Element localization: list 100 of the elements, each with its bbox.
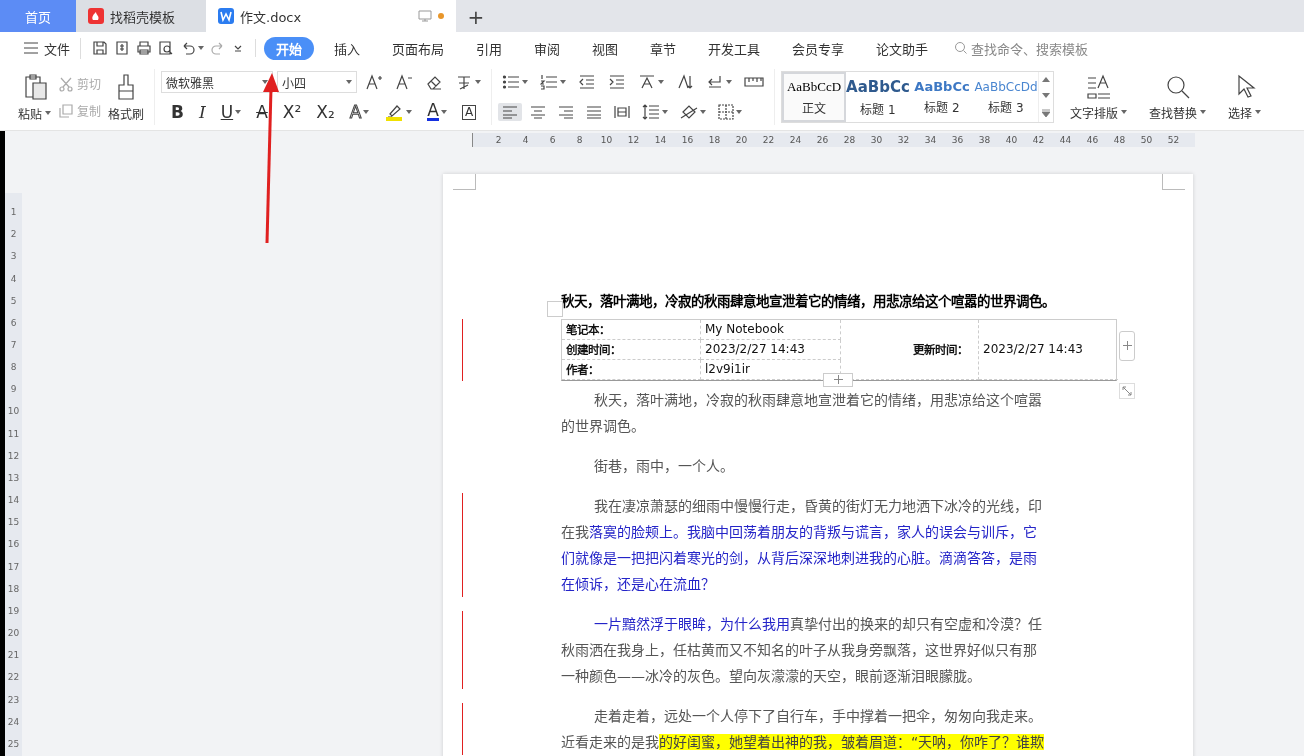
ribbon-tab[interactable]: 开发工具 <box>696 36 772 60</box>
ribbon-tab[interactable]: 引用 <box>464 36 514 60</box>
style-option[interactable]: AaBbCc 标题 2 <box>910 72 974 122</box>
caret-icon <box>560 80 566 84</box>
ribbon-tab[interactable]: 插入 <box>322 36 372 60</box>
page-corner-mark <box>453 173 476 190</box>
italic-button[interactable]: I <box>194 101 210 123</box>
ribbon-tab[interactable]: 论文助手 <box>864 36 940 60</box>
add-row-button[interactable] <box>823 372 853 387</box>
scissors-icon <box>58 75 74 92</box>
ribbon-tab[interactable]: 会员专享 <box>780 36 856 60</box>
table-cell: 2023/2/27 14:43 <box>979 319 1118 380</box>
body-paragraph: 一片黯然浮于眼眸，为什么我用真挚付出的换来的却只有空虚和冷漠？任秋雨洒在我身上，任枯黄而又不知名的叶子从我身旁飘落，这世界好似只有那一种颜色——冰冷的灰色。望向灰濛濛的天空，眼前逐渐泪眼朦胧。 <box>561 610 1046 689</box>
style-option[interactable]: AaBbCc 标题 1 <box>846 72 910 122</box>
document-tab[interactable]: 找稻壳模板 <box>76 0 206 32</box>
style-option[interactable]: AaBbCcDd 标题 3 <box>974 72 1038 122</box>
bullet-list-icon <box>502 74 520 90</box>
command-search-field[interactable]: 查找命令、搜索模板 <box>954 38 1088 58</box>
format-glyph: I <box>198 103 206 121</box>
paste-button[interactable]: 粘贴 <box>14 72 55 122</box>
body-paragraph: 我在凄凉萧瑟的细雨中慢慢行走，昏黄的街灯无力地洒下冰冷的光线，印在我落寞的脸颊上。我脑中回荡着朋友的背叛与谎言，家人的误会与训斥，它们就像是一把把闪着寒光的剑，从背后深深地刺进我的心脏。滴滴答答，是雨在倾诉，还是心在流血？ <box>561 492 1046 597</box>
text-layout-icon <box>1085 73 1112 100</box>
table-move-handle[interactable] <box>547 300 563 317</box>
format-glyph: A <box>349 103 362 121</box>
body-paragraph: 街巷，雨中，一个人。 <box>593 456 735 476</box>
format-painter-button[interactable]: 格式刷 <box>104 72 148 122</box>
font-shrink-icon <box>395 73 413 91</box>
caret-icon <box>406 110 413 114</box>
caret-icon <box>441 110 447 114</box>
caret-icon <box>662 110 668 114</box>
caret-icon <box>363 110 370 114</box>
borders-icon <box>718 104 734 120</box>
shading-icon <box>680 104 698 120</box>
font-size-field[interactable]: 小四 <box>277 71 357 93</box>
search-icon <box>954 41 968 55</box>
table-cell: 笔记本： <box>562 319 701 340</box>
line-spacing-icon <box>642 104 660 120</box>
style-option[interactable]: AaBbCcD 正文 <box>782 72 846 122</box>
file-menu[interactable]: 文件 <box>18 37 81 59</box>
caret-icon <box>1200 110 1206 114</box>
caret-icon <box>726 80 732 84</box>
resize-handle[interactable] <box>1119 382 1135 399</box>
font-name-field[interactable]: 微软雅黑 <box>161 71 273 93</box>
plus-icon <box>833 375 843 385</box>
text-layout-button[interactable]: 文字排版 <box>1066 73 1131 121</box>
table-cell: 2023/2/27 14:43 <box>701 339 841 360</box>
resize-icon <box>1122 385 1132 396</box>
body-paragraph: 秋天，落叶满地，冷寂的秋雨肆意地宣泄着它的情绪，用悲凉给这个喧嚣的世界调色。 <box>561 390 1043 436</box>
pinyin-icon <box>455 73 473 91</box>
highlighter-icon <box>384 103 405 121</box>
format-glyph: A <box>427 103 439 121</box>
caret-icon <box>700 110 706 114</box>
ribbon-tab[interactable]: 页面布局 <box>380 36 456 60</box>
monitor-icon <box>418 10 432 22</box>
caret-icon <box>475 80 481 84</box>
horizontal-ruler: 2 4 6 8 10 12 14 16 18 20 22 24 26 28 30 32 34 36 38 40 42 44 46 48 50 52 <box>472 133 1195 147</box>
underline-button[interactable]: U <box>216 101 246 123</box>
caret-icon <box>1121 110 1127 114</box>
export-icon <box>114 40 130 56</box>
align-center-icon <box>530 105 546 119</box>
caret-icon <box>235 110 242 114</box>
ribbon-tab[interactable]: 章节 <box>638 36 688 60</box>
caret-icon <box>658 80 664 84</box>
caret-icon <box>522 80 528 84</box>
layout-icon <box>638 74 656 90</box>
add-column-button[interactable] <box>1119 330 1135 361</box>
caret-icon <box>45 111 51 115</box>
preview-icon <box>158 40 174 56</box>
vertical-ruler: 1 2 3 4 5 6 7 8 9 10 11 12 13 14 15 16 17 18 19 20 21 22 23 24 25 <box>5 193 22 756</box>
font-color-button[interactable]: A <box>423 101 451 123</box>
body-paragraph: 走着走着，远处一个人停下了自行车，手中撑着一把伞，匆匆向我走来。近看走来的是我的好闺蜜，她望着出神的我，皱着眉道：“天呐，你咋了？谁欺 <box>561 702 1046 755</box>
copy-icon <box>58 102 74 119</box>
numbered-list-icon <box>540 74 558 90</box>
brush-icon <box>115 72 137 101</box>
table-cell: 创建时间： <box>562 339 701 360</box>
new-tab-button[interactable]: + <box>456 0 496 32</box>
ribbon-tab[interactable]: 审阅 <box>522 36 572 60</box>
justify-icon <box>586 105 602 119</box>
pointer-button[interactable]: 选择 <box>1224 73 1265 121</box>
table-cell: My Notebook <box>701 319 841 340</box>
table-cell: 作者： <box>562 359 701 380</box>
page-corner-mark <box>1162 173 1185 190</box>
search-button[interactable]: 查找替换 <box>1145 73 1210 121</box>
ribbon-tab[interactable]: 视图 <box>580 36 630 60</box>
distribute-icon <box>614 105 630 119</box>
align-right-icon <box>558 105 574 119</box>
expand-icon <box>1042 108 1050 117</box>
search-icon <box>1164 73 1191 100</box>
format-glyph: U <box>220 103 234 121</box>
scroll-down-icon <box>1042 93 1050 98</box>
printer-icon <box>136 40 152 56</box>
caret-icon <box>198 46 204 50</box>
sort-icon <box>676 74 694 90</box>
document-tab[interactable]: 作文.docx <box>206 0 456 32</box>
ruler-icon <box>744 76 764 88</box>
plus-icon <box>1122 341 1132 351</box>
align-left-icon <box>502 105 518 119</box>
caret-icon <box>1255 110 1261 114</box>
caret-icon <box>346 80 352 84</box>
caret-icon <box>736 110 742 114</box>
